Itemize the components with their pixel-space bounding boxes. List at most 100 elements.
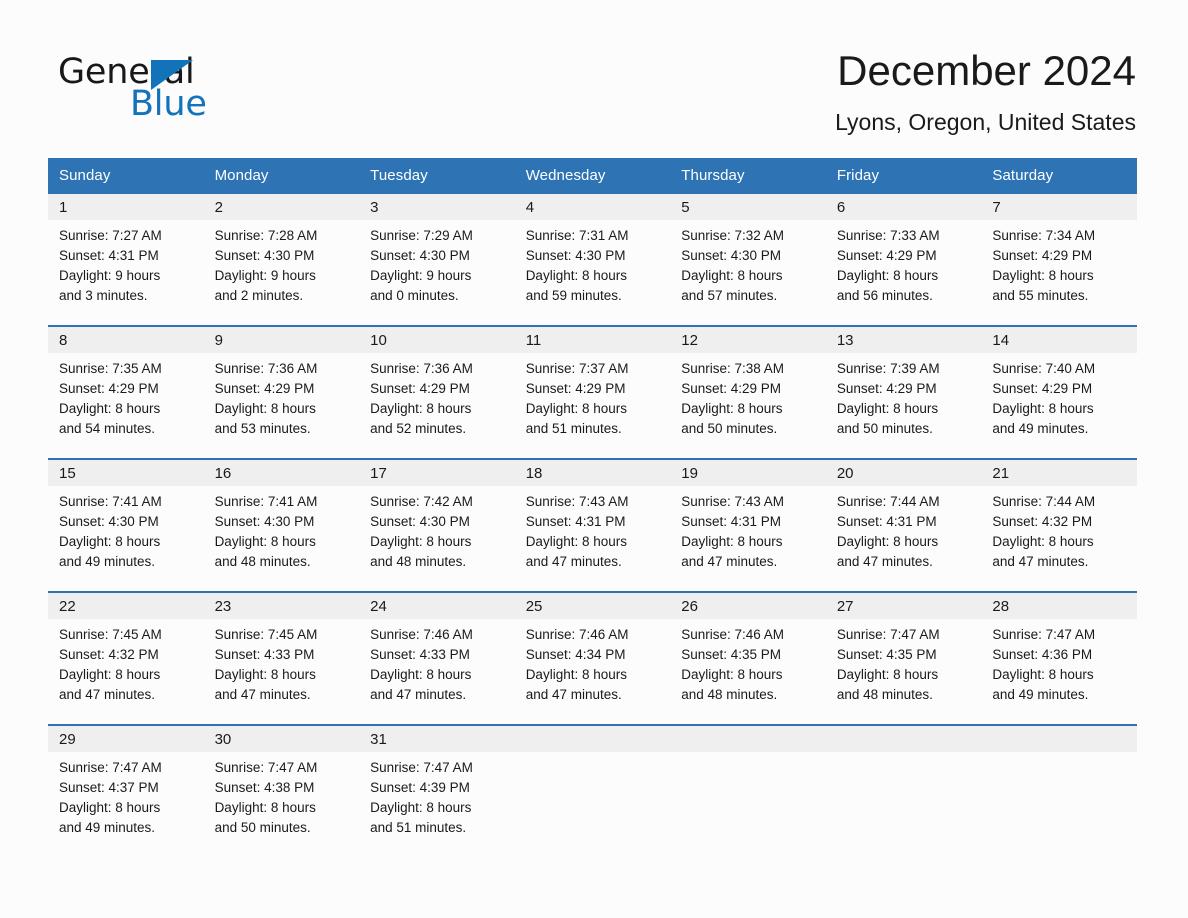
- day-number: 4: [514, 194, 671, 220]
- day-number: 24: [359, 593, 515, 619]
- calendar-day-cell[interactable]: 12 Sunrise: 7:38 AM Sunset: 4:29 PM Dayligh…: [670, 325, 826, 443]
- calendar-day-cell[interactable]: 13 Sunrise: 7:39 AM Sunset: 4:29 PM Dayligh…: [825, 325, 982, 443]
- calendar-day-cell[interactable]: 15 Sunrise: 7:41 AM Sunset: 4:30 PM Dayligh…: [48, 458, 204, 576]
- calendar-day-cell[interactable]: 30 Sunrise: 7:47 AM Sunset: 4:38 PM Dayligh…: [203, 724, 360, 842]
- calendar-day-cell[interactable]: 24 Sunrise: 7:46 AM Sunset: 4:33 PM Dayligh…: [359, 591, 515, 709]
- sunrise-text: Sunrise: 7:41 AM: [59, 494, 162, 509]
- calendar-day-cell[interactable]: 16 Sunrise: 7:41 AM Sunset: 4:30 PM Dayligh…: [203, 458, 360, 576]
- calendar-day-cell[interactable]: 1 Sunrise: 7:27 AM Sunset: 4:31 PM Daylight…: [48, 192, 204, 310]
- calendar-day-cell[interactable]: 18 Sunrise: 7:43 AM Sunset: 4:31 PM Dayligh…: [514, 458, 671, 576]
- calendar-day-cell[interactable]: 23 Sunrise: 7:45 AM Sunset: 4:33 PM Dayligh…: [203, 591, 360, 709]
- day-number: 15: [48, 460, 204, 486]
- daylight-text-line2: and 3 minutes.: [59, 288, 148, 303]
- sunset-text: Sunset: 4:29 PM: [59, 381, 159, 396]
- calendar-day-cell[interactable]: 10 Sunrise: 7:36 AM Sunset: 4:29 PM Dayligh…: [359, 325, 515, 443]
- day-number: 3: [359, 194, 515, 220]
- daylight-text-line2: and 47 minutes.: [992, 554, 1089, 569]
- daylight-text-line1: Daylight: 8 hours: [836, 667, 939, 682]
- calendar-day-cell[interactable]: 8 Sunrise: 7:35 AM Sunset: 4:29 PM Daylight…: [48, 325, 204, 443]
- daylight-text-line2: and 47 minutes.: [59, 687, 156, 702]
- daylight-text-line2: and 59 minutes.: [525, 288, 622, 303]
- daylight-text-line2: and 0 minutes.: [370, 288, 459, 303]
- calendar-day-cell[interactable]: 4 Sunrise: 7:31 AM Sunset: 4:30 PM Daylight…: [514, 192, 671, 310]
- calendar-day-cell[interactable]: 6 Sunrise: 7:33 AM Sunset: 4:29 PM Daylight…: [825, 192, 982, 310]
- daylight-text-line1: Daylight: 8 hours: [681, 534, 783, 549]
- daylight-text-line1: Daylight: 8 hours: [681, 667, 783, 682]
- calendar-day-cell-empty: [825, 724, 982, 842]
- calendar-day-cell-empty: [981, 724, 1137, 842]
- calendar-day-cell[interactable]: 7 Sunrise: 7:34 AM Sunset: 4:29 PM Daylight…: [981, 192, 1137, 310]
- sunrise-text: Sunrise: 7:44 AM: [836, 494, 940, 509]
- calendar-day-cell[interactable]: 2 Sunrise: 7:28 AM Sunset: 4:30 PM Daylight…: [203, 192, 360, 310]
- week-spacer: [48, 443, 1137, 458]
- sunrise-text: Sunrise: 7:46 AM: [525, 627, 629, 642]
- daylight-text-line1: Daylight: 8 hours: [525, 401, 627, 416]
- daylight-text-line1: Daylight: 8 hours: [59, 800, 161, 815]
- sunset-text: Sunset: 4:33 PM: [214, 647, 315, 662]
- daylight-text-line2: and 49 minutes.: [992, 421, 1089, 436]
- sunrise-text: Sunrise: 7:29 AM: [370, 228, 473, 243]
- sunrise-text: Sunrise: 7:47 AM: [59, 760, 162, 775]
- page-title: December 2024: [837, 47, 1136, 94]
- calendar-day-cell[interactable]: 9 Sunrise: 7:36 AM Sunset: 4:29 PM Daylight…: [203, 325, 360, 443]
- sunrise-text: Sunrise: 7:47 AM: [370, 760, 473, 775]
- general-blue-logo[interactable]: General Blue: [58, 52, 318, 124]
- weekday-header-saturday: Saturday: [981, 158, 1137, 192]
- calendar-day-cell[interactable]: 25 Sunrise: 7:46 AM Sunset: 4:34 PM Dayligh…: [514, 591, 671, 709]
- sunset-text: Sunset: 4:31 PM: [59, 248, 159, 263]
- sunset-text: Sunset: 4:32 PM: [992, 514, 1093, 529]
- calendar-day-cell[interactable]: 20 Sunrise: 7:44 AM Sunset: 4:31 PM Dayligh…: [825, 458, 982, 576]
- sunset-text: Sunset: 4:29 PM: [992, 248, 1093, 263]
- daylight-text-line1: Daylight: 8 hours: [370, 667, 472, 682]
- calendar-day-cell[interactable]: 22 Sunrise: 7:45 AM Sunset: 4:32 PM Dayligh…: [48, 591, 204, 709]
- calendar-day-cell[interactable]: 3 Sunrise: 7:29 AM Sunset: 4:30 PM Daylight…: [359, 192, 515, 310]
- daylight-text-line1: Daylight: 8 hours: [681, 268, 783, 283]
- daylight-text-line2: and 50 minutes.: [681, 421, 778, 436]
- daylight-text-line1: Daylight: 8 hours: [59, 401, 161, 416]
- calendar-day-cell[interactable]: 28 Sunrise: 7:47 AM Sunset: 4:36 PM Dayligh…: [981, 591, 1137, 709]
- day-number: 23: [203, 593, 360, 619]
- sunset-text: Sunset: 4:29 PM: [214, 381, 315, 396]
- sunrise-text: Sunrise: 7:44 AM: [992, 494, 1096, 509]
- logo-text-blue: Blue: [130, 84, 207, 124]
- day-number: 7: [981, 194, 1137, 220]
- calendar-day-cell[interactable]: 5 Sunrise: 7:32 AM Sunset: 4:30 PM Daylight…: [670, 192, 826, 310]
- sunset-text: Sunset: 4:38 PM: [214, 780, 315, 795]
- calendar-day-cell[interactable]: 29 Sunrise: 7:47 AM Sunset: 4:37 PM Dayligh…: [48, 724, 204, 842]
- calendar-day-cell[interactable]: 21 Sunrise: 7:44 AM Sunset: 4:32 PM Dayligh…: [981, 458, 1137, 576]
- calendar-day-cell[interactable]: 26 Sunrise: 7:46 AM Sunset: 4:35 PM Dayligh…: [670, 591, 826, 709]
- daylight-text-line2: and 47 minutes.: [836, 554, 933, 569]
- calendar-week-row: 15 Sunrise: 7:41 AM Sunset: 4:30 PM Dayligh…: [48, 458, 1137, 576]
- day-number: 26: [670, 593, 826, 619]
- sunrise-text: Sunrise: 7:45 AM: [59, 627, 162, 642]
- weekday-header-monday: Monday: [203, 158, 360, 192]
- day-number: 13: [825, 327, 982, 353]
- calendar-body: 1 Sunrise: 7:27 AM Sunset: 4:31 PM Daylight…: [48, 192, 1137, 842]
- location-subtitle: Lyons, Oregon, United States: [835, 109, 1136, 135]
- calendar-day-cell[interactable]: 14 Sunrise: 7:40 AM Sunset: 4:29 PM Dayligh…: [981, 325, 1137, 443]
- day-number: 25: [514, 593, 671, 619]
- calendar-day-cell[interactable]: 11 Sunrise: 7:37 AM Sunset: 4:29 PM Dayligh…: [514, 325, 671, 443]
- sunrise-text: Sunrise: 7:38 AM: [681, 361, 785, 376]
- sunrise-text: Sunrise: 7:37 AM: [525, 361, 629, 376]
- sunset-text: Sunset: 4:30 PM: [214, 514, 315, 529]
- week-spacer: [48, 709, 1137, 724]
- daylight-text-line2: and 51 minutes.: [370, 820, 467, 835]
- sunrise-text: Sunrise: 7:40 AM: [992, 361, 1096, 376]
- sunset-text: Sunset: 4:29 PM: [525, 381, 626, 396]
- sunset-text: Sunset: 4:31 PM: [836, 514, 937, 529]
- sunrise-text: Sunrise: 7:36 AM: [370, 361, 473, 376]
- daylight-text-line1: Daylight: 8 hours: [525, 534, 627, 549]
- sunset-text: Sunset: 4:30 PM: [59, 514, 159, 529]
- sunrise-text: Sunrise: 7:45 AM: [214, 627, 318, 642]
- day-number: 27: [825, 593, 982, 619]
- title-block: December 2024 Lyons, Oregon, United Stat…: [835, 46, 1136, 136]
- sunrise-text: Sunrise: 7:28 AM: [214, 228, 318, 243]
- sunset-text: Sunset: 4:29 PM: [836, 381, 937, 396]
- daylight-text-line1: Daylight: 8 hours: [525, 268, 627, 283]
- calendar-day-cell[interactable]: 17 Sunrise: 7:42 AM Sunset: 4:30 PM Dayligh…: [359, 458, 515, 576]
- calendar-day-cell[interactable]: 27 Sunrise: 7:47 AM Sunset: 4:35 PM Dayligh…: [825, 591, 982, 709]
- day-number: 29: [48, 726, 204, 752]
- calendar-day-cell[interactable]: 19 Sunrise: 7:43 AM Sunset: 4:31 PM Dayligh…: [670, 458, 826, 576]
- calendar-day-cell[interactable]: 31 Sunrise: 7:47 AM Sunset: 4:39 PM Dayligh…: [359, 724, 515, 842]
